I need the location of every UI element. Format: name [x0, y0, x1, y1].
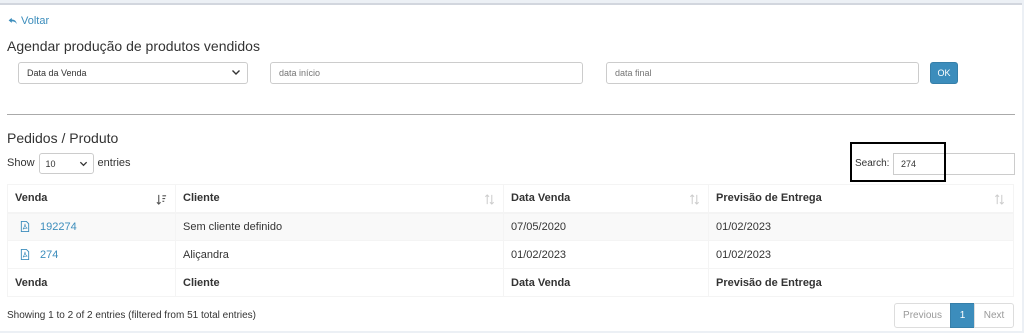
- footer-header-venda: Venda: [7, 268, 176, 297]
- previsao-cell: 01/02/2023: [708, 212, 1014, 241]
- column-header-label: Data Venda: [511, 192, 571, 205]
- page-title: Agendar produção de produtos vendidos: [7, 38, 260, 54]
- pdf-file-icon: [20, 249, 30, 260]
- entries-length-select[interactable]: 10: [38, 152, 94, 174]
- page-button-1[interactable]: 1: [950, 303, 975, 328]
- start-date-input[interactable]: [270, 62, 583, 84]
- filter-row: Data da Venda OK: [0, 62, 1022, 84]
- venda-number: 274: [40, 248, 59, 261]
- sort-icon: [690, 194, 699, 205]
- divider: [7, 114, 1015, 115]
- table-info: Showing 1 to 2 of 2 entries (filtered fr…: [7, 310, 257, 321]
- pagination: Previous 1 Next: [894, 303, 1014, 328]
- sort-ascending-icon: [156, 194, 167, 205]
- table-row: 274 Aliçandra 01/02/2023 01/02/2023: [7, 240, 1014, 269]
- back-link[interactable]: Voltar: [8, 15, 49, 27]
- undo-arrow-icon: [8, 17, 17, 25]
- chevron-down-icon: [79, 161, 87, 166]
- entries-length-control: Show 10 entries: [7, 152, 131, 174]
- column-header-venda[interactable]: Venda: [7, 184, 176, 214]
- chevron-down-icon: [232, 70, 240, 75]
- venda-cell: 274: [7, 240, 176, 269]
- column-header-cliente[interactable]: Cliente: [175, 184, 504, 214]
- table-footer-row: Venda Cliente Data Venda Previsão de Ent…: [7, 268, 1014, 297]
- previsao-cell: 01/02/2023: [708, 240, 1014, 269]
- column-header-data-venda[interactable]: Data Venda: [503, 184, 709, 214]
- column-header-previsao[interactable]: Previsão de Entrega: [708, 184, 1014, 214]
- ok-button[interactable]: OK: [930, 62, 958, 84]
- venda-cell: 192274: [7, 212, 176, 241]
- back-label: Voltar: [21, 15, 50, 27]
- previous-button[interactable]: Previous: [894, 303, 951, 328]
- table-row: 192274 Sem cliente definido 07/05/2020 0…: [7, 212, 1014, 241]
- orders-table: Venda Cliente Data Venda Previsão de Ent…: [7, 184, 1014, 297]
- sort-icon: [485, 194, 494, 205]
- column-header-label: Venda: [15, 192, 48, 205]
- section-title: Pedidos / Produto: [7, 130, 119, 146]
- content-card: Voltar Agendar produção de produtos vend…: [0, 3, 1022, 331]
- venda-link[interactable]: 192274: [15, 221, 168, 233]
- footer-header-data-venda: Data Venda: [503, 268, 709, 297]
- search-highlight-box: Search:: [850, 142, 946, 182]
- footer-header-previsao: Previsão de Entrega: [708, 268, 1014, 297]
- column-header-label: Cliente: [183, 192, 220, 205]
- end-date-input[interactable]: [606, 62, 919, 84]
- search-label: Search:: [855, 158, 890, 169]
- next-button[interactable]: Next: [974, 303, 1014, 328]
- entries-label: entries: [97, 157, 131, 169]
- column-header-label: Previsão de Entrega: [716, 192, 822, 205]
- date-type-select[interactable]: Data da Venda: [18, 62, 248, 84]
- date-type-value: Data da Venda: [27, 68, 87, 78]
- venda-number: 192274: [40, 220, 77, 233]
- pdf-file-icon: [20, 221, 30, 233]
- venda-link[interactable]: 274: [15, 249, 168, 261]
- table-header-row: Venda Cliente Data Venda Previsão de Ent…: [7, 184, 1014, 214]
- footer-header-cliente: Cliente: [175, 268, 504, 297]
- data-venda-cell: 07/05/2020: [503, 212, 709, 241]
- entries-length-value: 10: [45, 158, 56, 169]
- sort-icon: [995, 194, 1004, 205]
- cliente-cell: Sem cliente definido: [175, 212, 504, 241]
- cliente-cell: Aliçandra: [175, 240, 504, 269]
- show-label: Show: [7, 157, 35, 169]
- data-venda-cell: 01/02/2023: [503, 240, 709, 269]
